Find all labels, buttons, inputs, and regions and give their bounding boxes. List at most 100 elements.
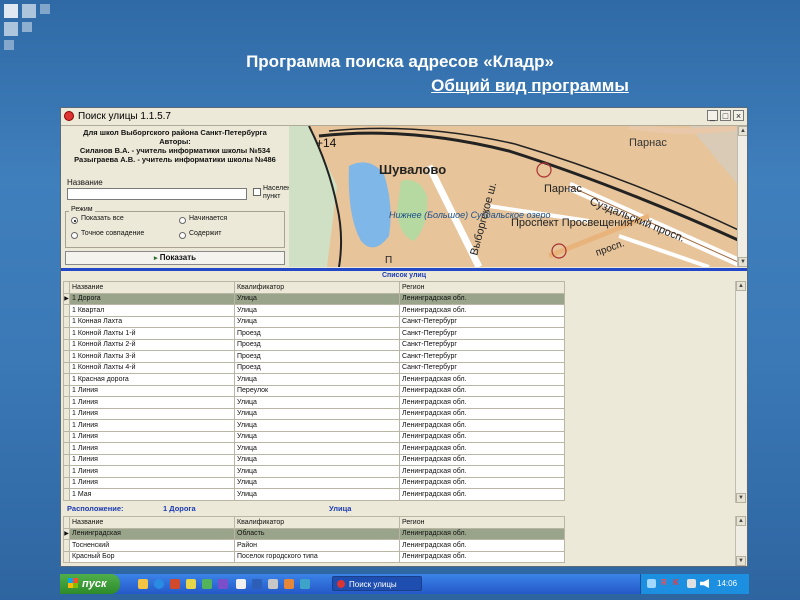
quicklaunch-app-icon[interactable]: [284, 579, 294, 589]
table-row[interactable]: 1 Квартал Улица Ленинградская обл.: [63, 304, 565, 317]
cell-region[interactable]: Санкт-Петербург: [399, 350, 565, 363]
cell-region[interactable]: Ленинградская обл.: [399, 304, 565, 317]
cell-name[interactable]: 1 Конной Лахты 3-й: [69, 350, 235, 363]
cell-region[interactable]: Ленинградская обл.: [399, 453, 565, 466]
table-row[interactable]: 1 Линия Улица Ленинградская обл.: [63, 430, 565, 443]
cell-region[interactable]: Ленинградская обл.: [399, 419, 565, 432]
column-header-name[interactable]: Название: [69, 281, 235, 294]
tray-network-icon[interactable]: [647, 579, 656, 588]
table-row[interactable]: 1 Конной Лахты 4-й Проезд Санкт-Петербург: [63, 361, 565, 374]
cell-qualifier[interactable]: Улица: [234, 419, 400, 432]
table-row[interactable]: 1 Линия Улица Ленинградская обл.: [63, 396, 565, 409]
table-row[interactable]: Тосненский Район Ленинградская обл.: [63, 539, 565, 552]
table-row[interactable]: 1 Линия Улица Ленинградская обл.: [63, 442, 565, 455]
cell-name[interactable]: Ленинградская: [69, 527, 235, 540]
cell-region[interactable]: Ленинградская обл.: [399, 407, 565, 420]
cell-qualifier[interactable]: Переулок: [234, 384, 400, 397]
mode-exact-radio[interactable]: [71, 232, 78, 239]
clock[interactable]: 14:06: [717, 579, 737, 588]
quicklaunch-folder-icon[interactable]: [138, 579, 148, 589]
table-row[interactable]: Красный Бор Поселок городского типа Ленинг…: [63, 550, 565, 563]
maximize-button[interactable]: □: [720, 110, 731, 121]
streets-scrollbar[interactable]: ▲ ▼: [735, 281, 746, 503]
cell-qualifier[interactable]: Район: [234, 539, 400, 552]
cell-region[interactable]: Санкт-Петербург: [399, 361, 565, 374]
cell-region[interactable]: Ленинградская обл.: [399, 373, 565, 386]
cell-name[interactable]: 1 Линия: [69, 419, 235, 432]
start-button[interactable]: пуск: [60, 574, 120, 594]
quicklaunch-app-icon[interactable]: [268, 579, 278, 589]
settlement-checkbox[interactable]: [253, 188, 261, 196]
cell-region[interactable]: Ленинградская обл.: [399, 465, 565, 478]
close-button[interactable]: ×: [733, 110, 744, 121]
table-row[interactable]: ▶ Ленинградская Область Ленинградская обл.: [63, 527, 565, 540]
cell-region[interactable]: Санкт-Петербург: [399, 315, 565, 328]
cell-name[interactable]: 1 Линия: [69, 430, 235, 443]
cell-name[interactable]: 1 Линия: [69, 384, 235, 397]
map-scrollbar[interactable]: ▲ ▼: [737, 126, 747, 267]
column-header-region[interactable]: Регион: [399, 516, 565, 529]
cell-region[interactable]: Ленинградская обл.: [399, 476, 565, 489]
quicklaunch-doc-icon[interactable]: [236, 579, 246, 589]
tray-k-icon[interactable]: K: [673, 578, 679, 587]
cell-qualifier[interactable]: Поселок городского типа: [234, 550, 400, 563]
cell-region[interactable]: Ленинградская обл.: [399, 430, 565, 443]
cell-region[interactable]: Ленинградская обл.: [399, 527, 565, 540]
cell-region[interactable]: Ленинградская обл.: [399, 488, 565, 501]
cell-name[interactable]: 1 Линия: [69, 465, 235, 478]
quicklaunch-app-icon[interactable]: [202, 579, 212, 589]
tray-app-icon[interactable]: [687, 579, 696, 588]
cell-name[interactable]: 1 Конной Лахты 4-й: [69, 361, 235, 374]
table-row[interactable]: 1 Конная Лахта Улица Санкт-Петербург: [63, 315, 565, 328]
cell-region[interactable]: Ленинградская обл.: [399, 550, 565, 563]
table-row[interactable]: 1 Красная дорога Улица Ленинградская обл.: [63, 373, 565, 386]
cell-region[interactable]: Ленинградская обл.: [399, 442, 565, 455]
mode-starts-with-radio[interactable]: [179, 217, 186, 224]
table-row[interactable]: 1 Линия Улица Ленинградская обл.: [63, 453, 565, 466]
cell-region[interactable]: Ленинградская обл.: [399, 384, 565, 397]
scroll-up-icon[interactable]: ▲: [738, 126, 747, 136]
minimize-button[interactable]: _: [707, 110, 718, 121]
cell-qualifier[interactable]: Улица: [234, 430, 400, 443]
cell-name[interactable]: 1 Конной Лахты 1-й: [69, 327, 235, 340]
table-row[interactable]: 1 Конной Лахты 3-й Проезд Санкт-Петербург: [63, 350, 565, 363]
quicklaunch-ie-icon[interactable]: [154, 579, 164, 589]
cell-qualifier[interactable]: Улица: [234, 465, 400, 478]
column-header-qualifier[interactable]: Квалификатор: [234, 516, 400, 529]
location-scrollbar[interactable]: ▲ ▼: [735, 516, 746, 566]
cell-qualifier[interactable]: Улица: [234, 488, 400, 501]
table-row[interactable]: 1 Конной Лахты 2-й Проезд Санкт-Петербург: [63, 338, 565, 351]
cell-name[interactable]: 1 Линия: [69, 453, 235, 466]
quicklaunch-app-icon[interactable]: [170, 579, 180, 589]
scroll-down-icon[interactable]: ▼: [736, 493, 746, 503]
cell-name[interactable]: 1 Линия: [69, 396, 235, 409]
cell-name[interactable]: 1 Линия: [69, 442, 235, 455]
cell-qualifier[interactable]: Улица: [234, 304, 400, 317]
mode-show-all-radio[interactable]: [71, 217, 78, 224]
streets-table[interactable]: Название Квалификатор Регион ▶ 1 Дорога Ул…: [63, 281, 565, 501]
cell-qualifier[interactable]: Улица: [234, 292, 400, 305]
cell-qualifier[interactable]: Проезд: [234, 327, 400, 340]
cell-name[interactable]: 1 Конной Лахты 2-й: [69, 338, 235, 351]
cell-region[interactable]: Санкт-Петербург: [399, 338, 565, 351]
table-row[interactable]: 1 Линия Улица Ленинградская обл.: [63, 419, 565, 432]
quicklaunch-app-icon[interactable]: [186, 579, 196, 589]
cell-qualifier[interactable]: Улица: [234, 476, 400, 489]
table-row[interactable]: 1 Линия Улица Ленинградская обл.: [63, 476, 565, 489]
quicklaunch-word-icon[interactable]: [252, 579, 262, 589]
cell-name[interactable]: 1 Квартал: [69, 304, 235, 317]
cell-name[interactable]: 1 Линия: [69, 476, 235, 489]
cell-name[interactable]: Тосненский: [69, 539, 235, 552]
cell-qualifier[interactable]: Улица: [234, 453, 400, 466]
cell-qualifier[interactable]: Улица: [234, 396, 400, 409]
column-header-qualifier[interactable]: Квалификатор: [234, 281, 400, 294]
scroll-up-icon[interactable]: ▲: [736, 281, 746, 291]
mode-contains-radio[interactable]: [179, 232, 186, 239]
cell-region[interactable]: Ленинградская обл.: [399, 539, 565, 552]
quicklaunch-app-icon[interactable]: [300, 579, 310, 589]
show-button[interactable]: ▸ Показать: [65, 251, 285, 265]
scroll-down-icon[interactable]: ▼: [736, 556, 746, 566]
taskbar-task-app[interactable]: Поиск улицы: [332, 576, 422, 591]
scroll-down-icon[interactable]: ▼: [738, 257, 747, 267]
cell-name[interactable]: 1 Мая: [69, 488, 235, 501]
